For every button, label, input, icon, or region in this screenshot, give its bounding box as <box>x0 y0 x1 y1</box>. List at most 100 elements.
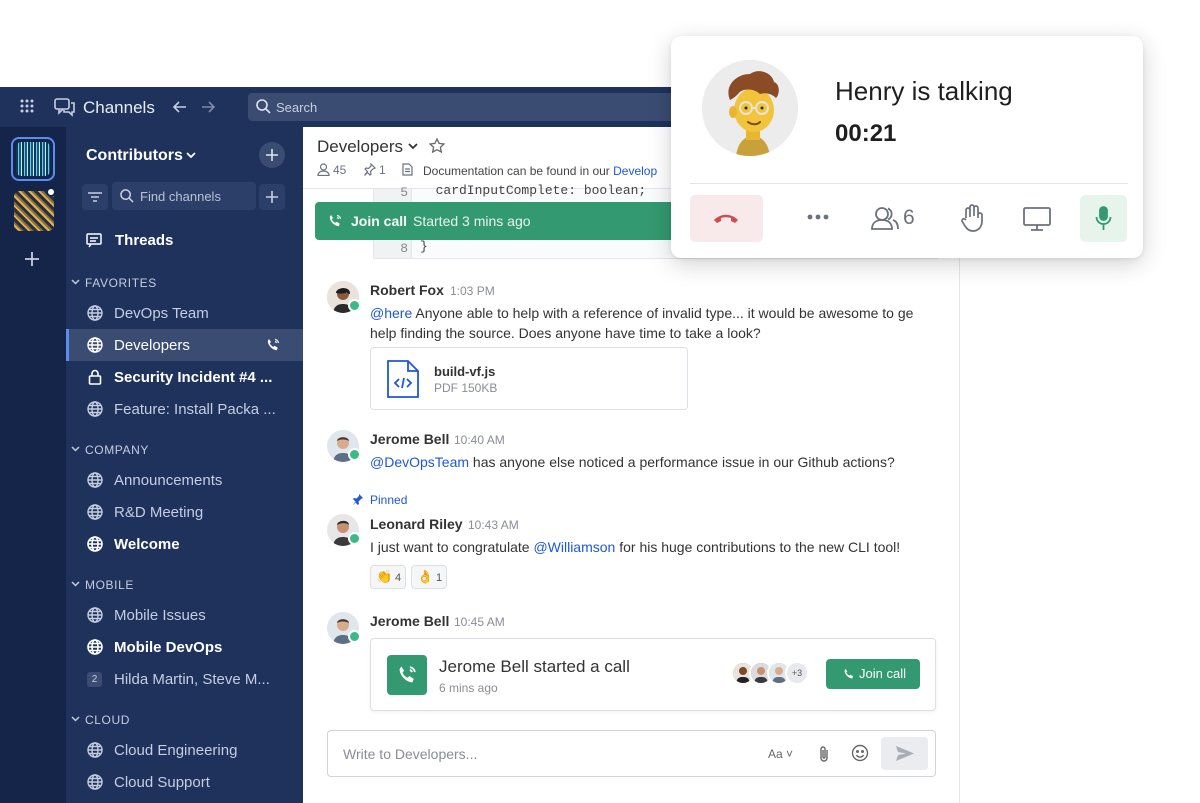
globe-icon <box>87 472 103 488</box>
phone-icon <box>329 214 342 227</box>
section-mobile[interactable]: MOBILE <box>71 575 291 595</box>
sidebar-item-threads[interactable]: Threads <box>86 229 286 253</box>
join-call-button[interactable]: Join call <box>826 659 920 689</box>
lock-icon <box>87 369 103 385</box>
section-company[interactable]: COMPANY <box>71 440 291 460</box>
channel-name[interactable]: Developers <box>317 137 403 157</box>
online-status-icon <box>348 299 361 312</box>
add-channel-button[interactable] <box>259 142 285 168</box>
sidebar-item-cloud-engineering[interactable]: Cloud Engineering <box>66 734 303 766</box>
channel-label: Mobile Issues <box>114 607 206 624</box>
file-attachment[interactable]: build-vf.js PDF 150KB <box>370 347 688 410</box>
raise-hand-icon[interactable] <box>961 204 983 232</box>
new-channel-button[interactable] <box>259 184 285 210</box>
reaction-ok-hand[interactable]: 👌 1 <box>411 565 447 589</box>
sidebar-item-feature-install[interactable]: Feature: Install Packa ... <box>66 393 303 425</box>
sidebar-item-developers[interactable]: Developers <box>66 329 303 361</box>
sidebar-item-welcome[interactable]: Welcome <box>66 528 303 560</box>
filter-button[interactable] <box>82 184 108 210</box>
post-time[interactable]: 10:40 AM <box>454 433 505 447</box>
microphone-button[interactable] <box>1080 195 1127 242</box>
sidebar-item-security-incident[interactable]: Security Incident #4 ... <box>66 361 303 393</box>
send-button[interactable] <box>881 737 928 770</box>
divider <box>690 183 1128 184</box>
sidebar-item-rd-meeting[interactable]: R&D Meeting <box>66 496 303 528</box>
participants-icon[interactable] <box>871 206 899 230</box>
threads-label: Threads <box>115 232 174 249</box>
post-author[interactable]: Robert Fox <box>370 282 444 298</box>
sidebar-item-cloud-support[interactable]: Cloud Support <box>66 766 303 798</box>
section-cloud[interactable]: CLOUD <box>71 710 291 730</box>
section-title: CLOUD <box>85 713 131 727</box>
globe-icon <box>87 742 103 758</box>
channel-header-text: Documentation can be found in our Develo… <box>423 164 658 178</box>
chevron-down-icon[interactable] <box>408 143 418 150</box>
channel-label: Cloud Support <box>114 774 210 791</box>
section-title: MOBILE <box>85 578 134 592</box>
product-menu-icon[interactable] <box>20 99 34 113</box>
globe-icon <box>87 639 103 655</box>
post-time[interactable]: 10:43 AM <box>468 518 519 532</box>
post-author[interactable]: Jerome Bell <box>370 613 449 629</box>
header-link[interactable]: Develop <box>613 164 657 178</box>
section-favorites[interactable]: FAVORITES <box>71 273 291 293</box>
search-placeholder: Search <box>276 100 318 115</box>
reaction-count: 1 <box>436 572 443 584</box>
mention[interactable]: @DevOpsTeam <box>370 454 469 470</box>
message-composer[interactable]: Write to Developers... Aa ˅ <box>327 730 936 777</box>
leave-call-button[interactable] <box>690 195 763 242</box>
join-call-banner[interactable]: Join call Started 3 mins ago <box>315 202 695 240</box>
attachment-icon[interactable] <box>818 745 830 763</box>
team-icon-contributors[interactable] <box>11 137 55 181</box>
post-time[interactable]: 10:45 AM <box>454 615 505 629</box>
screen-share-icon[interactable] <box>1023 207 1051 231</box>
member-count[interactable]: 45 <box>333 163 346 177</box>
channels-product-icon <box>54 97 76 117</box>
join-call-button-label: Join call <box>859 666 906 681</box>
team-icon-secondary[interactable] <box>14 191 54 231</box>
pinned-count[interactable]: 1 <box>379 163 386 177</box>
code-file-icon <box>386 359 420 399</box>
chevron-down-icon[interactable] <box>186 152 196 159</box>
channel-label: Developers <box>114 337 190 354</box>
active-call-icon <box>266 338 280 352</box>
post-author[interactable]: Jerome Bell <box>370 431 449 447</box>
more-options-icon[interactable] <box>807 214 829 220</box>
team-name[interactable]: Contributors <box>86 147 183 165</box>
back-arrow-icon[interactable] <box>172 99 188 115</box>
formatting-toggle[interactable]: Aa ˅ <box>768 747 793 761</box>
post-message: @DevOpsTeam has anyone else noticed a pe… <box>370 454 895 470</box>
call-participants[interactable]: +3 <box>731 661 811 687</box>
reaction-clap[interactable]: 👏 4 <box>370 565 406 589</box>
reaction-count: 4 <box>395 572 402 584</box>
pin-icon[interactable] <box>363 163 376 176</box>
code-line: } <box>420 239 428 254</box>
participants-count[interactable]: 6 <box>903 206 915 230</box>
threads-icon <box>86 233 102 248</box>
file-name: build-vf.js <box>434 364 496 379</box>
document-icon <box>402 163 413 176</box>
call-popup: Henry is talking 00:21 6 <box>671 36 1143 258</box>
members-icon[interactable] <box>317 163 330 176</box>
sidebar-item-devops-team[interactable]: DevOps Team <box>66 297 303 329</box>
globe-icon <box>87 774 103 790</box>
favorite-star-icon[interactable] <box>429 138 445 154</box>
sidebar-item-mobile-issues[interactable]: Mobile Issues <box>66 599 303 631</box>
channel-label: Feature: Install Packa ... <box>114 401 276 418</box>
post-author[interactable]: Leonard Riley <box>370 516 463 532</box>
sidebar-item-mobile-devops[interactable]: Mobile DevOps <box>66 631 303 663</box>
sidebar-item-announcements[interactable]: Announcements <box>66 464 303 496</box>
channel-label: Security Incident #4 ... <box>114 369 273 386</box>
find-channels-input[interactable]: Find channels <box>112 182 256 210</box>
mention[interactable]: @Williamson <box>533 539 615 555</box>
emoji-picker-icon[interactable] <box>851 744 869 762</box>
forward-arrow-icon[interactable] <box>200 99 216 115</box>
pinned-indicator: Pinned <box>351 493 407 507</box>
call-card-subtitle: 6 mins ago <box>439 681 498 695</box>
post-time[interactable]: 1:03 PM <box>450 284 495 298</box>
phone-icon <box>844 668 854 679</box>
sidebar-item-group-dm[interactable]: 2 Hilda Martin, Steve M... <box>66 663 303 695</box>
globe-icon <box>87 305 103 321</box>
mention[interactable]: @here <box>370 305 412 321</box>
add-team-icon[interactable] <box>24 251 40 267</box>
